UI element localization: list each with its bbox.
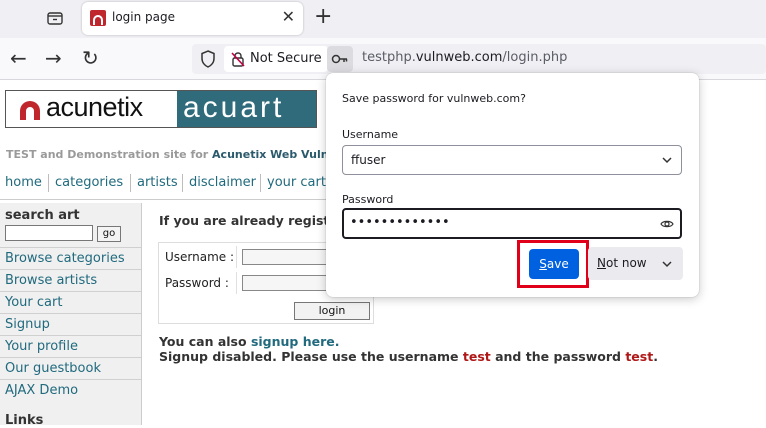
notice-username: test (462, 349, 491, 364)
notice-password: test (625, 349, 654, 364)
save-label: ave (546, 257, 569, 271)
password-label: Password : (165, 276, 229, 290)
menu-item-cart[interactable]: your cart (267, 175, 326, 190)
tab-overview-icon[interactable] (40, 7, 70, 29)
menu-divider (48, 174, 49, 192)
url-path: /login.php (502, 50, 568, 65)
sidebar-item-your-cart[interactable]: Your cart (0, 291, 141, 313)
search-go-button[interactable]: go (97, 226, 121, 242)
popup-username-label: Username (342, 128, 399, 141)
url-domain: vulnweb.com (415, 50, 503, 65)
sidebar-item-ajax-demo[interactable]: AJAX Demo (0, 379, 141, 401)
popup-password-field[interactable]: ••••••••••••• (342, 208, 682, 239)
signup-link[interactable]: signup here. (251, 334, 340, 349)
logo-text-acuart: acuart (183, 91, 285, 124)
login-button[interactable]: login (294, 302, 370, 320)
cell-divider (236, 272, 237, 294)
sidebar-item-your-profile[interactable]: Your profile (0, 335, 141, 357)
menu-divider (260, 174, 261, 192)
not-now-button[interactable]: Not now (588, 247, 683, 280)
logo-text-acunetix: acunetix (46, 92, 143, 122)
signup-disabled-notice: Signup disabled. Please use the username… (159, 349, 658, 364)
search-art-input[interactable] (5, 225, 93, 241)
save-accesskey: S (539, 257, 547, 271)
sidebar: search art go Browse categories Browse a… (0, 203, 142, 428)
signup-prefix: You can also (159, 334, 251, 349)
chevron-down-icon[interactable] (661, 258, 673, 270)
shield-icon[interactable] (200, 49, 216, 69)
acunetix-logo-icon (20, 101, 40, 120)
popup-username-field[interactable]: ffuser (342, 145, 682, 175)
insecure-lock-icon (231, 52, 245, 67)
not-now-accesskey: N (597, 256, 606, 270)
url-host-prefix: testphp. (362, 50, 416, 65)
popup-password-value: ••••••••••••• (350, 215, 450, 230)
tab-title: login page (112, 10, 176, 24)
cell-divider (236, 246, 237, 268)
site-tagline: TEST and Demonstration site for Acunetix… (6, 148, 361, 161)
sidebar-item-browse-artists[interactable]: Browse artists (0, 269, 141, 291)
save-password-popup: Save password for vulnweb.com? Username … (326, 73, 699, 297)
menu-item-artists[interactable]: artists (137, 175, 178, 190)
notice-text: . (653, 349, 658, 364)
menu-item-disclaimer[interactable]: disclaimer (189, 175, 256, 190)
url-bar[interactable]: Not Secure testphp.vulnweb.com/login.php (192, 44, 766, 74)
menu-item-categories[interactable]: categories (55, 175, 123, 190)
menu-divider (182, 174, 183, 192)
sidebar-item-browse-categories[interactable]: Browse categories (0, 247, 141, 269)
popup-title: Save password for vulnweb.com? (342, 92, 526, 105)
not-secure-label: Not Secure (250, 51, 322, 66)
sidebar-item-signup[interactable]: Signup (0, 313, 141, 335)
url-text[interactable]: testphp.vulnweb.com/login.php (362, 50, 567, 65)
notice-text: and the password (490, 349, 626, 364)
save-button[interactable]: Save (529, 249, 579, 279)
login-heading: If you are already registere (159, 213, 353, 228)
not-now-text: ot now (605, 256, 647, 270)
username-label: Username : (165, 250, 235, 264)
popup-username-value: ffuser (351, 153, 386, 167)
show-password-eye-icon[interactable] (660, 217, 674, 231)
menu-item-home[interactable]: home (5, 175, 42, 190)
signup-text: You can also signup here. (159, 334, 339, 349)
not-now-label: Not now (597, 256, 647, 270)
notice-text: Signup disabled. Please use the username (159, 349, 463, 364)
menu-divider-line (0, 199, 330, 200)
favicon-icon (90, 10, 106, 26)
popup-password-label: Password (342, 193, 394, 206)
browser-tab[interactable]: login page ✕ (82, 2, 303, 35)
back-icon[interactable]: ← (10, 46, 27, 70)
site-logo[interactable]: acunetix acuart (5, 90, 317, 128)
forward-icon[interactable]: → (45, 46, 62, 70)
menu-divider (130, 174, 131, 192)
tab-strip: login page ✕ + (0, 0, 766, 38)
reload-icon[interactable]: ↻ (82, 46, 99, 70)
close-tab-icon[interactable]: ✕ (282, 8, 295, 26)
search-art-heading: search art (5, 208, 80, 223)
not-secure-indicator[interactable]: Not Secure (224, 46, 328, 72)
password-key-icon[interactable] (327, 46, 353, 72)
sidebar-item-guestbook[interactable]: Our guestbook (0, 357, 141, 379)
chevron-down-icon[interactable] (661, 154, 673, 166)
links-heading: Links (5, 413, 44, 428)
new-tab-icon[interactable]: + (314, 5, 332, 29)
tagline-prefix: TEST and Demonstration site for (6, 148, 213, 161)
